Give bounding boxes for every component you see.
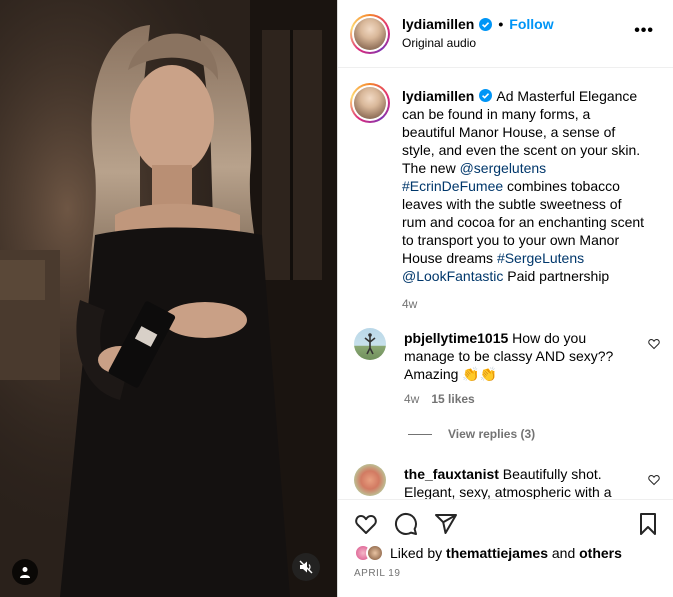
comment-username[interactable]: pbjellytime1015 xyxy=(404,330,508,346)
speaker-muted-icon xyxy=(299,560,313,574)
mention-lookfantastic[interactable]: @LookFantastic xyxy=(402,268,503,284)
save-bookmark-icon[interactable] xyxy=(636,512,660,536)
hashtag-sergelutens[interactable]: #SergeLutens xyxy=(497,250,584,266)
view-replies-label: View replies (3) xyxy=(448,427,536,441)
liked-by-others[interactable]: others xyxy=(579,545,622,561)
caption-time[interactable]: 4w xyxy=(402,295,647,313)
comment-1: pbjellytime1015 How do you manage to be … xyxy=(404,329,634,383)
audio-label[interactable]: Original audio xyxy=(402,36,476,50)
commenter-avatar[interactable] xyxy=(354,328,386,360)
hashtag-ecrindefumee[interactable]: #EcrinDeFumee xyxy=(402,178,503,194)
header-separator: • xyxy=(498,16,504,32)
liked-by-prefix: Liked by xyxy=(390,545,447,561)
post-media[interactable] xyxy=(0,0,337,597)
comment-likes[interactable]: 15 likes xyxy=(431,392,474,406)
author-username[interactable]: lydiamillen xyxy=(402,16,474,32)
caption-text-e: Paid partnership xyxy=(503,268,610,284)
mute-button[interactable] xyxy=(292,553,320,581)
comments-area[interactable]: lydiamillen Ad Masterful Elegance can be … xyxy=(338,69,673,499)
post-actions: Liked by themattiejames and others APRIL… xyxy=(338,499,673,597)
follow-button[interactable]: Follow xyxy=(509,16,553,32)
figure-icon xyxy=(364,333,376,355)
caption-username[interactable]: lydiamillen xyxy=(402,88,474,104)
post-header: lydiamillen • Follow Original audio ••• xyxy=(338,0,673,68)
like-heart-icon[interactable] xyxy=(354,512,378,536)
mention-sergelutens[interactable]: @sergelutens xyxy=(460,160,547,176)
more-options-button[interactable]: ••• xyxy=(634,22,654,40)
comment-icon[interactable] xyxy=(394,512,418,536)
view-replies-button[interactable]: View replies (3) xyxy=(408,427,535,441)
comment-2: the_fauxtanist Beautifully shot. Elegant… xyxy=(404,465,634,499)
liked-by-and: and xyxy=(547,545,580,561)
replies-divider xyxy=(408,433,432,435)
post-photo xyxy=(0,0,337,597)
heart-icon[interactable] xyxy=(648,338,660,350)
liked-by-user[interactable]: themattiejames xyxy=(446,545,548,561)
caption-author-avatar[interactable] xyxy=(350,83,390,123)
share-icon[interactable] xyxy=(434,512,458,536)
commenter-avatar[interactable] xyxy=(354,464,386,496)
verified-badge-icon xyxy=(479,89,493,102)
comment-time[interactable]: 4w xyxy=(404,392,419,406)
verified-badge-icon xyxy=(479,17,493,31)
comment-meta: 4w 15 likes xyxy=(404,392,475,406)
heart-icon[interactable] xyxy=(648,474,660,486)
liker-avatar xyxy=(366,544,384,562)
post-caption: lydiamillen Ad Masterful Elegance can be … xyxy=(402,87,647,313)
likes-summary: Liked by themattiejames and others xyxy=(354,544,622,562)
comment-username[interactable]: the_fauxtanist xyxy=(404,466,499,482)
post-date[interactable]: APRIL 19 xyxy=(354,568,400,579)
author-avatar[interactable] xyxy=(350,14,390,54)
post-sidebar: lydiamillen • Follow Original audio ••• … xyxy=(337,0,673,597)
tagged-users-button[interactable] xyxy=(12,559,38,585)
person-icon xyxy=(20,567,30,578)
